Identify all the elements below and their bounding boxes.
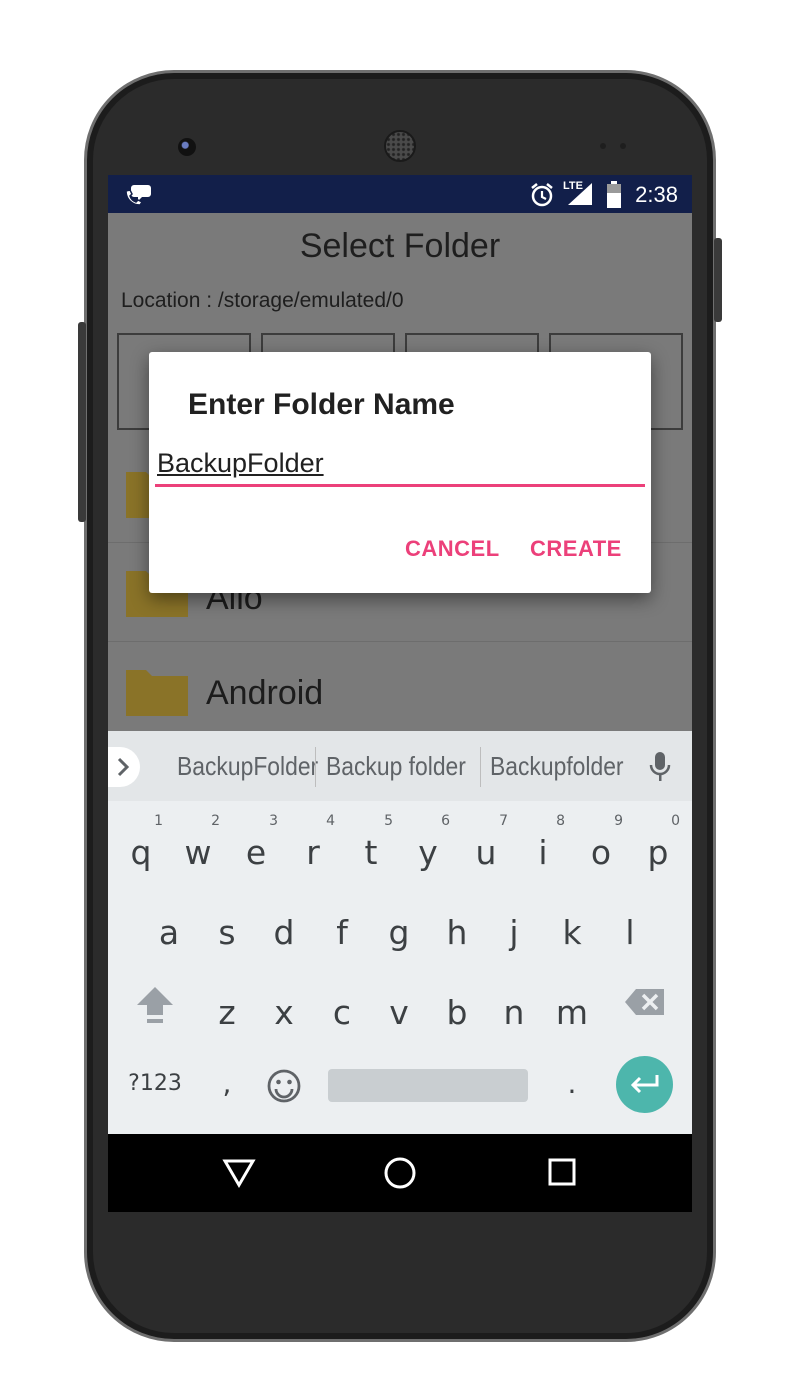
folder-label: Android — [206, 674, 324, 712]
key-d[interactable]: d — [256, 891, 312, 961]
backspace-icon — [625, 989, 664, 1015]
backspace-key[interactable] — [616, 971, 672, 1041]
power-button — [714, 238, 722, 322]
emoji-key[interactable] — [256, 1051, 312, 1121]
symbols-key[interactable]: ?123 — [120, 1051, 190, 1121]
suggestion-2[interactable]: Backup folder — [326, 751, 466, 782]
cancel-button[interactable]: CANCEL — [405, 536, 500, 562]
chat-notification-icon — [125, 185, 151, 206]
chevron-right-icon — [117, 757, 130, 777]
signal-icon — [568, 183, 592, 205]
key-t[interactable]: 5t — [343, 811, 399, 881]
create-button[interactable]: CREATE — [530, 536, 622, 562]
key-l[interactable]: l — [602, 891, 658, 961]
key-b[interactable]: b — [429, 971, 485, 1041]
folder-row[interactable]: Android — [108, 642, 692, 741]
expand-toolbar-button[interactable] — [108, 747, 140, 787]
key-q[interactable]: 1q — [113, 811, 169, 881]
enter-icon — [630, 1075, 659, 1094]
key-w[interactable]: 2w — [170, 811, 226, 881]
suggestion-divider — [315, 747, 316, 787]
suggestion-strip: BackupFolder Backup folder Backupfolder — [108, 731, 692, 801]
key-m[interactable]: m — [544, 971, 600, 1041]
emoji-icon — [267, 1069, 301, 1103]
shift-key[interactable] — [127, 971, 183, 1041]
key-r[interactable]: 4r — [285, 811, 341, 881]
alarm-icon — [531, 183, 553, 207]
suggestion-1[interactable]: BackupFolder — [177, 751, 318, 782]
location-path: Location : /storage/emulated/0 — [121, 289, 404, 312]
new-folder-dialog: Enter Folder Name CANCEL CREATE — [149, 352, 651, 593]
key-y[interactable]: 6y — [400, 811, 456, 881]
key-f[interactable]: f — [314, 891, 370, 961]
key-z[interactable]: z — [199, 971, 255, 1041]
key-o[interactable]: 9o — [573, 811, 629, 881]
key-g[interactable]: g — [371, 891, 427, 961]
key-n[interactable]: n — [486, 971, 542, 1041]
space-key[interactable] — [328, 1069, 528, 1102]
page-title: Select Folder — [299, 227, 501, 265]
light-sensor — [620, 143, 626, 149]
suggestion-divider — [480, 747, 481, 787]
earpiece-speaker — [384, 130, 416, 162]
key-p[interactable]: 0p — [630, 811, 686, 881]
volume-button — [78, 322, 86, 522]
suggestion-3[interactable]: Backupfolder — [490, 751, 624, 782]
key-u[interactable]: 7u — [458, 811, 514, 881]
status-bar: LTE 2:38 — [108, 175, 692, 213]
recents-icon[interactable] — [547, 1157, 577, 1187]
key-v[interactable]: v — [371, 971, 427, 1041]
key-x[interactable]: x — [256, 971, 312, 1041]
shift-icon — [137, 987, 173, 1023]
key-k[interactable]: k — [544, 891, 600, 961]
home-icon[interactable] — [383, 1156, 417, 1190]
period-key[interactable]: . — [544, 1051, 600, 1121]
screen: LTE 2:38 Select Folder Location : /stora… — [108, 175, 692, 1212]
microphone-icon[interactable] — [648, 751, 672, 783]
folder-icon — [126, 670, 188, 716]
key-j[interactable]: j — [486, 891, 542, 961]
front-camera-icon — [178, 138, 196, 156]
key-c[interactable]: c — [314, 971, 370, 1041]
dialog-title: Enter Folder Name — [188, 388, 455, 421]
back-icon[interactable] — [222, 1158, 256, 1188]
soft-keyboard: BackupFolder Backup folder Backupfolder … — [108, 731, 692, 1134]
enter-key[interactable] — [616, 1056, 673, 1113]
comma-key[interactable]: , — [199, 1051, 255, 1121]
navigation-bar — [108, 1134, 692, 1212]
status-time: 2:38 — [635, 182, 678, 207]
key-e[interactable]: 3e — [228, 811, 284, 881]
key-h[interactable]: h — [429, 891, 485, 961]
key-a[interactable]: a — [141, 891, 197, 961]
folder-name-input[interactable] — [155, 442, 645, 487]
battery-icon — [607, 181, 621, 208]
key-s[interactable]: s — [199, 891, 255, 961]
key-i[interactable]: 8i — [515, 811, 571, 881]
proximity-sensor — [600, 143, 606, 149]
